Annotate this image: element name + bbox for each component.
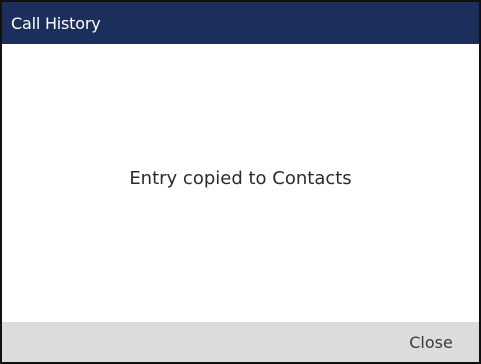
message-area: Entry copied to Contacts (2, 44, 479, 322)
softkey-bar: Close (2, 322, 479, 362)
phone-screen: Call History Entry copied to Contacts Cl… (0, 0, 481, 364)
screen-title: Call History (11, 13, 101, 33)
confirmation-message: Entry copied to Contacts (129, 167, 352, 189)
close-button[interactable]: Close (383, 322, 479, 362)
title-bar: Call History (2, 2, 479, 44)
